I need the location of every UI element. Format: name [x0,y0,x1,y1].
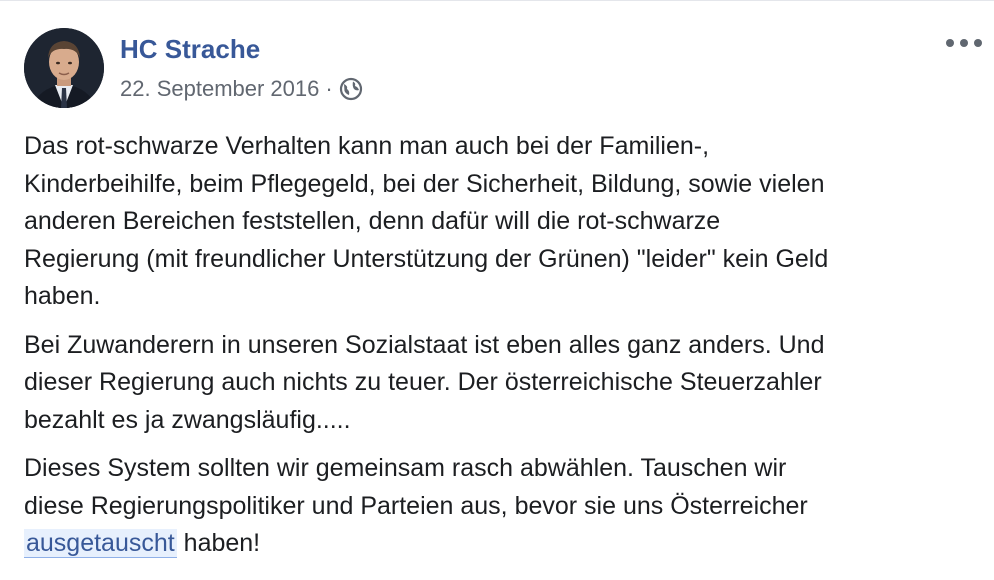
post-paragraph-1: Das rot-schwarze Verhalten kann man auch… [24,132,829,310]
post-meta: 22. September 2016 · [120,76,363,102]
post-date[interactable]: 22. September 2016 [120,76,319,102]
meta-separator: · [325,76,333,101]
post-paragraph-2: Bei Zuwanderern in unseren Sozialstaat i… [24,330,825,434]
post-body: Das rot-schwarze Verhalten kann man auch… [24,128,974,574]
author-avatar[interactable] [24,28,104,108]
post-paragraph-3: Dieses System sollten wir gemeinsam rasc… [24,454,808,558]
author-name[interactable]: HC Strache [120,34,260,65]
more-options-icon[interactable] [946,31,982,55]
highlighted-link[interactable]: ausgetauscht [24,529,177,558]
facebook-post: HC Strache 22. September 2016 · Das rot-… [0,0,994,580]
globe-icon[interactable] [339,77,363,101]
